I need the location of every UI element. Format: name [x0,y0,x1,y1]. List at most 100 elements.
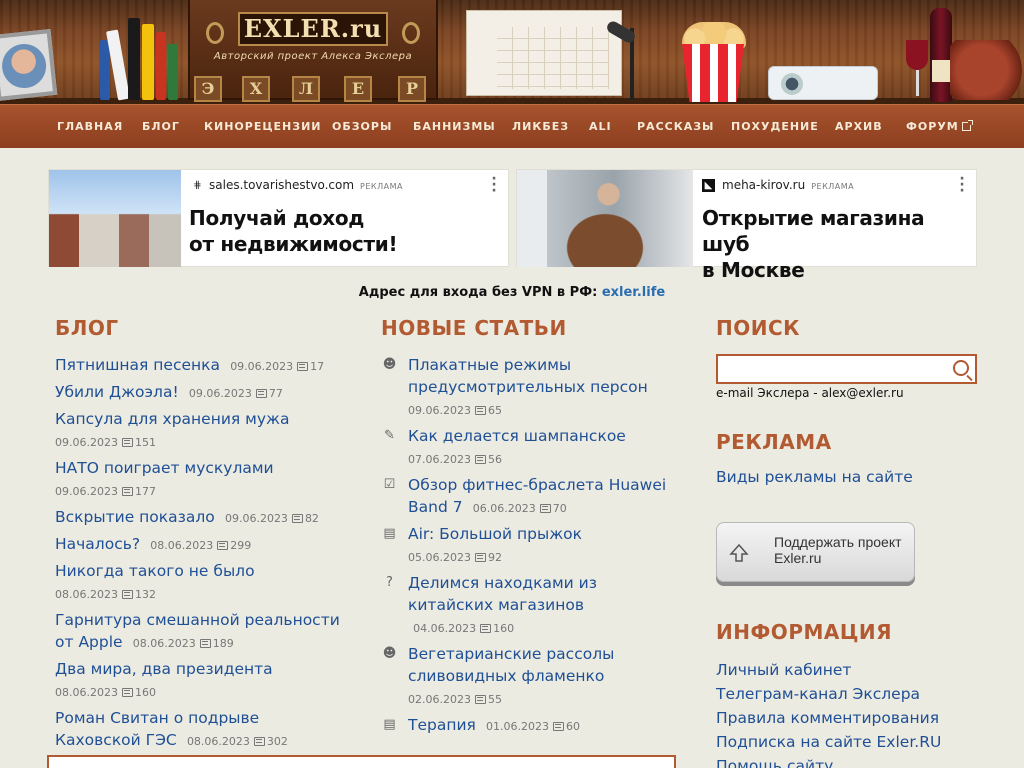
ad-headline-line[interactable]: Получай доход [189,205,397,231]
blog-post-link[interactable]: НАТО поиграет мускулами [55,459,274,477]
post-meta: 06.06.2023 70 [473,502,567,515]
post-date: 09.06.2023 [55,485,118,498]
search-icon[interactable] [953,360,969,376]
info-link-telegram[interactable]: Телеграм-канал Экслера [716,682,941,706]
ad-domain[interactable]: meha-kirov.ru РЕКЛАМА [722,178,854,192]
nav-movie-reviews[interactable]: КИНОРЕЦЕНЗИИ [204,105,321,149]
nav-archive[interactable]: АРХИВ [835,105,883,149]
post-meta: 09.06.2023 177 [55,485,156,498]
article-link[interactable]: Air: Большой прыжок [408,525,582,543]
nav-forum-wrap[interactable]: ФОРУМ [906,105,973,149]
ring-icon [402,22,420,44]
blog-post-link[interactable]: Началось? [55,535,140,553]
clipboard-check-icon: ☑ [383,477,396,492]
info-link-account[interactable]: Личный кабинет [716,658,941,682]
comment-count[interactable]: 132 [135,588,156,601]
post-date: 09.06.2023 [408,404,471,417]
comment-count[interactable]: 56 [488,453,502,466]
support-project-button[interactable]: Поддержать проект Exler.ru [716,522,915,582]
comment-count[interactable]: 92 [488,551,502,564]
ad-types-link[interactable]: Виды рекламы на сайте [716,468,913,486]
article-link[interactable]: Вегетарианские рассолы сливовидных фламе… [408,645,614,685]
vpn-link[interactable]: exler.life [602,285,665,300]
nav-home[interactable]: ГЛАВНАЯ [57,105,123,149]
comment-count[interactable]: 189 [213,637,234,650]
post-date: 08.06.2023 [55,588,118,601]
nav-stories[interactable]: РАССКАЗЫ [637,105,714,149]
ad-domain-text[interactable]: meha-kirov.ru [722,178,805,192]
comment-count[interactable]: 65 [488,404,502,417]
comment-count[interactable]: 17 [310,360,324,373]
popcorn-bucket [682,44,744,102]
ad-domain[interactable]: sales.tovarishestvo.com РЕКЛАМА [209,178,403,192]
comment-icon [121,487,133,496]
ad-headline[interactable]: Открытие магазина шуб в Москве [702,205,976,283]
comment-icon [217,541,229,550]
info-link-help[interactable]: Помощь сайту [716,754,941,768]
nav-ali[interactable]: ALI [589,105,612,149]
author-photo [0,41,49,91]
list-item: ☻ Плакатные режимы предусмотрительных пер… [381,354,681,421]
comment-icon [474,455,486,464]
ad-banner-1[interactable]: ⋕ sales.tovarishestvo.com РЕКЛАМА · · · Пол… [48,169,509,267]
nav-reviews[interactable]: ОБЗОРЫ [332,105,392,149]
nav-bannisms[interactable]: БАННИЗМЫ [413,105,496,149]
blog-post-link[interactable]: Убили Джоэла! [55,383,179,401]
search-input[interactable] [722,358,942,380]
article-link[interactable]: Плакатные режимы предусмотрительных перс… [408,356,648,396]
comment-count[interactable]: 151 [135,436,156,449]
book [156,32,166,100]
email-contact[interactable]: e-mail Экслера - alex@exler.ru [716,386,904,400]
comment-count[interactable]: 77 [269,387,283,400]
ad-headline-line[interactable]: от недвижимости! [189,231,398,257]
post-date: 08.06.2023 [186,735,250,748]
support-label[interactable]: Поддержать проект Exler.ru [774,534,902,566]
search-box[interactable] [716,354,977,384]
site-logo[interactable]: EXLER.ru [238,12,388,46]
comment-count[interactable]: 160 [493,622,514,635]
blog-post-link[interactable]: Вскрытие показало [55,508,215,526]
nav-likbez[interactable]: ЛИКБЕЗ [512,105,569,149]
ad-image[interactable] [517,170,693,267]
ad-headline-line[interactable]: Открытие магазина шуб [702,205,976,257]
comment-count[interactable]: 299 [230,539,251,552]
articles-section-title[interactable]: НОВЫЕ СТАТЬИ [381,316,567,340]
blog-post-link[interactable]: Пятнишная песенка [55,356,220,374]
nav-forum[interactable]: ФОРУМ [906,120,959,133]
comment-count[interactable]: 302 [267,735,288,748]
more-options-icon[interactable]: · · · [489,172,499,198]
comment-count[interactable]: 160 [135,686,156,699]
post-meta: 04.06.2023 160 [413,622,514,635]
ad-headline-line[interactable]: в Москве [702,257,976,283]
support-line[interactable]: Exler.ru [774,550,902,566]
blog-post-link[interactable]: Два мира, два президента [55,660,273,678]
more-options-icon[interactable]: · · · [957,172,967,198]
comment-count[interactable]: 177 [135,485,156,498]
blog-post-link[interactable]: Капсула для хранения мужа [55,410,290,428]
post-date: 06.06.2023 [472,502,536,515]
comment-count[interactable]: 55 [488,693,502,706]
list-item: Никогда такого не было 08.06.2023 132 [55,560,345,605]
external-link-icon [961,120,973,131]
ad-headline[interactable]: Получай доход от недвижимости! [189,205,398,257]
article-link[interactable]: Как делается шампанское [408,427,626,445]
blog-section-title[interactable]: БЛОГ [55,316,119,340]
ad-banner-2[interactable]: ◣ meha-kirov.ru РЕКЛАМА · · · Открытие мага… [516,169,977,282]
author-photo-frame [0,29,58,101]
comment-count[interactable]: 70 [553,502,567,515]
article-link[interactable]: Делимся находками из китайских магазинов [408,574,597,614]
blog-post-link[interactable]: Никогда такого не было [55,562,255,580]
support-line[interactable]: Поддержать проект [774,534,902,550]
nav-weight-loss[interactable]: ПОХУДЕНИЕ [731,105,819,149]
comment-count[interactable]: 60 [566,720,580,733]
info-link-subscription[interactable]: Подписка на сайте Exler.RU [716,730,941,754]
ad-image[interactable] [49,170,181,267]
nav-blog[interactable]: БЛОГ [142,105,180,149]
article-link[interactable]: Терапия [408,716,476,734]
ad-domain-text[interactable]: sales.tovarishestvo.com [209,178,354,192]
info-link-comment-rules[interactable]: Правила комментирования [716,706,941,730]
smiley-icon: ☻ [382,357,397,372]
comment-icon [253,737,265,746]
comment-count[interactable]: 82 [305,512,319,525]
post-date: 09.06.2023 [55,436,118,449]
